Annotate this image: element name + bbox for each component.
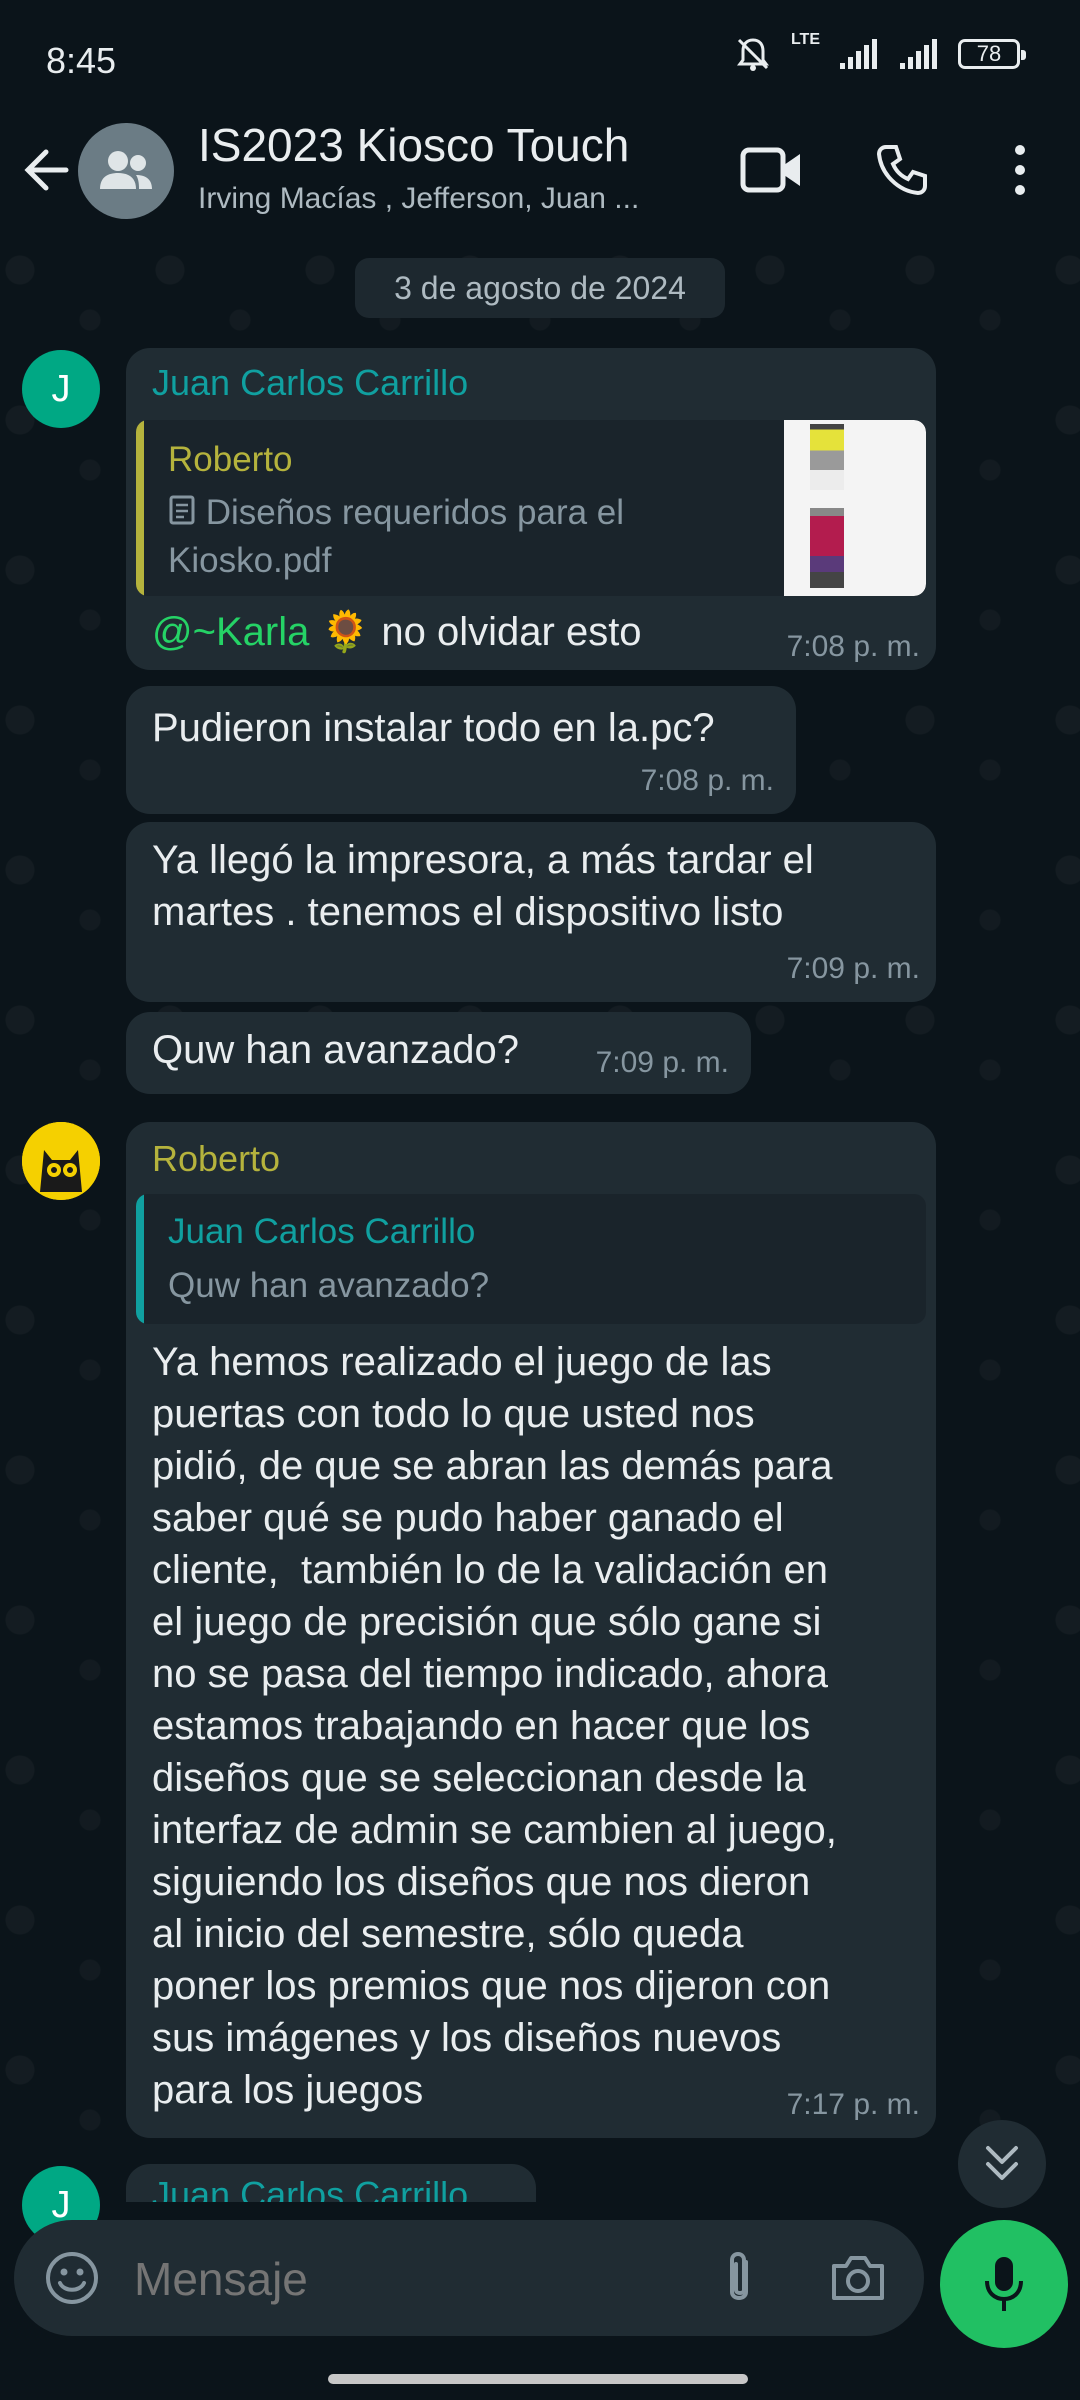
sunflower-emoji: 🌻 [320,610,371,654]
message-line: diseños que se seleccionan desde la [152,1756,806,1800]
sender-name: Juan Carlos Carrillo [152,362,469,403]
message-line-2: martes . tenemos el dispositivo listo [152,890,784,934]
battery-level: 78 [976,41,1002,66]
message-line: no se pasa del tiempo indicado, ahora [152,1652,829,1696]
camera-icon[interactable] [828,2250,888,2306]
quote-text: Quw han avanzado? [168,1266,490,1305]
avatar[interactable] [22,1122,100,1200]
message-composer[interactable] [14,2220,924,2336]
lte-label: LTE [790,31,820,48]
document-icon [168,492,196,538]
message-line: poner los premios que nos dijeron con [152,1964,831,2008]
voice-message-button[interactable] [940,2220,1068,2348]
status-bar: 8:45 LTE 78 [0,0,1080,120]
message-line: Ya hemos realizado el juego de las [152,1340,772,1384]
quote-bar [136,420,144,596]
video-call-icon[interactable] [740,140,804,200]
signal-icon-1 [840,39,877,69]
message-bubble[interactable]: Pudieron instalar todo en la.pc? 7:08 p.… [126,686,796,814]
date-separator: 3 de agosto de 2024 [355,258,725,318]
message-text: Ya hemos realizado el juego de las puert… [152,1336,837,2116]
message-time: 7:09 p. m. [595,1046,729,1079]
message-line: estamos trabajando en hacer que los [152,1704,811,1748]
document-thumbnail[interactable] [784,420,926,596]
message-time: 7:08 p. m. [640,764,774,797]
quote-line-1: Diseños requeridos para el [205,493,625,532]
message-line: siguiendo los diseños que nos dieron [152,1860,811,1904]
message-line: pidió, de que se abran las demás para [152,1444,833,1488]
cat-avatar-icon [22,1122,100,1200]
message-bubble[interactable]: Quw han avanzado? 7:09 p. m. [126,1012,751,1094]
quote-bar [136,1194,144,1324]
message-line: puertas con todo lo que usted nos [152,1392,755,1436]
message-line: sus imágenes y los diseños nuevos [152,2016,782,2060]
message-body: no olvidar esto [370,610,642,654]
message-line: saber qué se pudo haber ganado el [152,1496,784,1540]
message-line: el juego de precisión que sólo gane si [152,1600,822,1644]
message-bubble[interactable]: Juan Carlos Carrillo [126,2164,536,2202]
partial-message-clip: Juan Carlos Carrillo [0,2160,1080,2202]
message-time: 7:17 p. m. [786,2088,920,2121]
chat-title[interactable]: IS2023 Kiosco Touch [198,118,629,172]
message-line-1: Ya llegó la impresora, a más tardar el [152,838,814,882]
attach-icon[interactable] [714,2248,764,2308]
message-line: al inicio del semestre, sólo queda [152,1912,744,1956]
message-line: cliente, también lo de la validación en [152,1548,828,1592]
message-bubble[interactable]: Juan Carlos Carrillo Roberto Diseños req… [126,348,936,670]
message-bubble[interactable]: Roberto Juan Carlos Carrillo Quw han ava… [126,1122,936,2138]
quote-author: Roberto [168,440,293,479]
thumbnail-image [810,508,844,588]
reply-quote[interactable]: Juan Carlos Carrillo Quw han avanzado? [136,1194,926,1324]
mention[interactable]: @~Karla [152,610,309,654]
message-text: Ya llegó la impresora, a más tardar el m… [152,834,814,938]
microphone-icon [985,2257,1023,2311]
chat-subtitle[interactable]: Irving Macías , Jefferson, Juan ... [198,182,698,216]
message-line: para los juegos [152,2068,424,2112]
double-chevron-down-icon [986,2146,1018,2180]
message-time: 7:09 p. m. [786,952,920,985]
home-gesture-handle[interactable] [328,2374,748,2384]
mute-bell-icon [736,38,769,71]
quote-text: Diseños requeridos para el Kiosko.pdf [168,490,624,584]
sender-name: Roberto [152,1138,281,1179]
quote-line-2: Kiosko.pdf [168,540,332,580]
reply-quote[interactable]: Roberto Diseños requeridos para el Kiosk… [136,420,926,596]
message-line: interfaz de admin se cambien al juego, [152,1808,837,1852]
back-arrow-icon[interactable] [18,140,78,210]
message-text: Pudieron instalar todo en la.pc? [152,706,715,750]
message-text: Quw han avanzado? [152,1028,519,1072]
sender-name: Juan Carlos Carrillo [152,2174,469,2202]
thumbnail-image [810,424,844,490]
avatar[interactable]: J [22,350,100,428]
avatar-letter: J [51,367,71,410]
message-text: @~Karla 🌻 no olvidar esto [152,606,642,658]
scroll-to-bottom-button[interactable] [958,2120,1046,2208]
message-bubble[interactable]: Ya llegó la impresora, a más tardar el m… [126,822,936,1002]
group-avatar[interactable] [78,123,174,219]
quote-author: Juan Carlos Carrillo [168,1212,476,1251]
status-icons: LTE 78 [733,31,1026,74]
message-input[interactable] [132,2248,696,2310]
signal-icon-2 [900,39,937,69]
group-icon [100,151,152,189]
battery-icon: 78 [958,39,1026,69]
more-options-icon[interactable] [1000,140,1040,200]
status-time: 8:45 [46,40,117,81]
phone-call-icon[interactable] [872,140,932,200]
message-time: 7:08 p. m. [786,630,920,663]
emoji-icon[interactable] [44,2250,100,2306]
